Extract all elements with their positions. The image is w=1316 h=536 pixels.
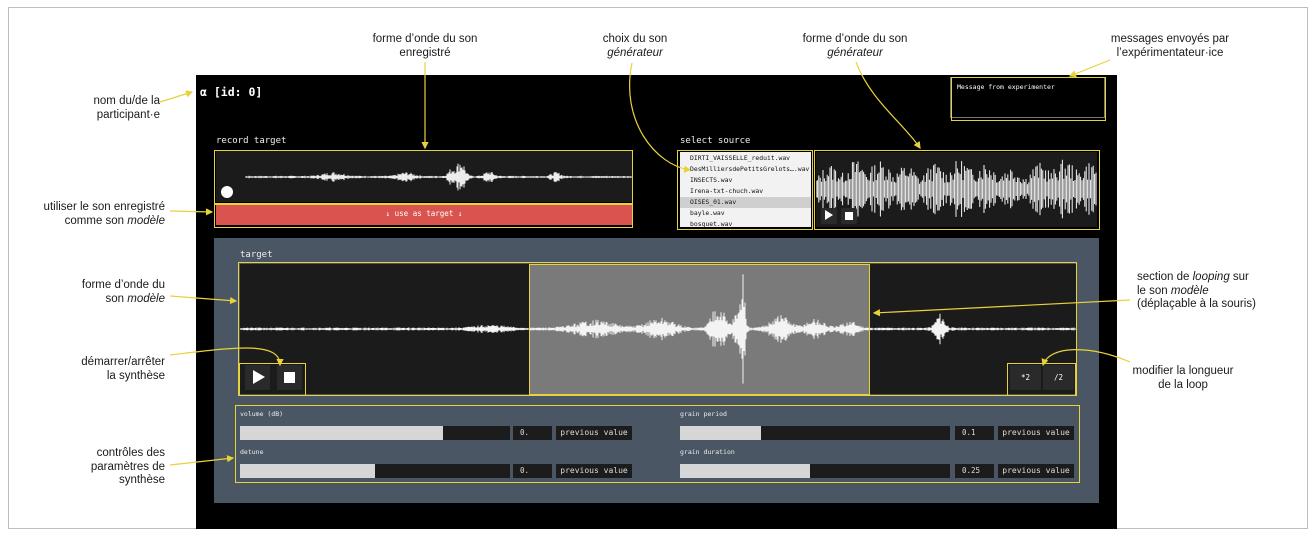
select-source-label: select source (680, 136, 751, 146)
annotation-looping: section de looping sur le son modèle (dé… (1137, 271, 1307, 312)
annotation-line: synthèse (118, 474, 165, 486)
annotation-participant: nom du/de la participant·e (40, 95, 161, 122)
annotation-line: la synthèse (106, 369, 165, 382)
annotation-text: le son (1137, 284, 1171, 297)
highlight-message-box (951, 77, 1106, 121)
annotation-line: utiliser le son enregistré (43, 201, 165, 213)
annotation-messages: messages envoyés par l’expérimentateur·i… (1085, 33, 1255, 60)
annotation-text: looping (1192, 271, 1230, 283)
annotation-line: forme d’onde du son (372, 33, 478, 45)
annotation-line: section de looping sur (1137, 271, 1307, 285)
highlight-play-stop (239, 363, 306, 396)
annotation-text: son (105, 292, 128, 305)
annotation-source-choice: choix du son générateur (580, 33, 690, 60)
annotation-generator-wave: forme d’onde du son générateur (770, 33, 940, 60)
highlight-source-list (677, 150, 813, 230)
annotation-start-stop: démarrer/arrêter la synthèse (40, 356, 165, 383)
annotation-text: modèle (127, 214, 165, 227)
record-target-label: record target (216, 136, 287, 146)
annotation-line: forme d’onde du (81, 279, 165, 291)
annotation-loop-length: modifier la longueur de la loop (1118, 365, 1248, 392)
annotation-line: enregistré (399, 46, 451, 59)
annotation-line: le son modèle (1137, 285, 1307, 299)
highlight-recorded-waveform (214, 150, 633, 204)
annotation-line: comme son modèle (10, 215, 165, 229)
highlight-parameters (235, 405, 1080, 483)
annotation-controls: contrôles des paramètres de synthèse (40, 447, 165, 488)
annotation-line: son modèle (40, 293, 165, 307)
annotation-text: sur (1229, 271, 1249, 283)
annotation-line: générateur (607, 46, 663, 59)
annotation-line: modifier la longueur (1132, 365, 1234, 377)
annotation-line: participant·e (96, 108, 160, 121)
annotation-line: forme d’onde du son (802, 33, 908, 45)
annotation-line: nom du/de la (93, 95, 161, 107)
annotation-line: de la loop (1158, 378, 1208, 391)
annotation-line: générateur (827, 46, 883, 59)
annotation-line: l’expérimentateur·ice (1116, 46, 1224, 59)
annotation-text: modèle (1170, 284, 1209, 297)
highlight-loop-buttons (1007, 363, 1076, 396)
annotation-line: (déplaçable à la souris) (1137, 298, 1256, 310)
highlight-loop-section (529, 264, 870, 395)
highlight-generator-waveform (814, 150, 1100, 230)
annotation-line: paramètres de (90, 460, 165, 473)
annotation-line: choix du son (602, 33, 668, 45)
annotation-line: démarrer/arrêter (81, 356, 165, 368)
annotation-model-wave: forme d’onde du son modèle (40, 279, 165, 306)
target-label: target (240, 250, 273, 260)
annotation-text: modèle (127, 292, 165, 305)
annotation-line: contrôles des (96, 447, 165, 459)
annotation-recorded-wave: forme d’onde du son enregistré (340, 33, 510, 60)
annotation-line: messages envoyés par (1110, 33, 1230, 45)
highlight-use-as-target (214, 204, 633, 228)
annotation-text: comme son (64, 214, 128, 227)
participant-name: α [id: 0] (200, 85, 263, 99)
annotation-use-recorded: utiliser le son enregistré comme son mod… (10, 201, 165, 228)
annotation-text: section de (1137, 271, 1193, 283)
